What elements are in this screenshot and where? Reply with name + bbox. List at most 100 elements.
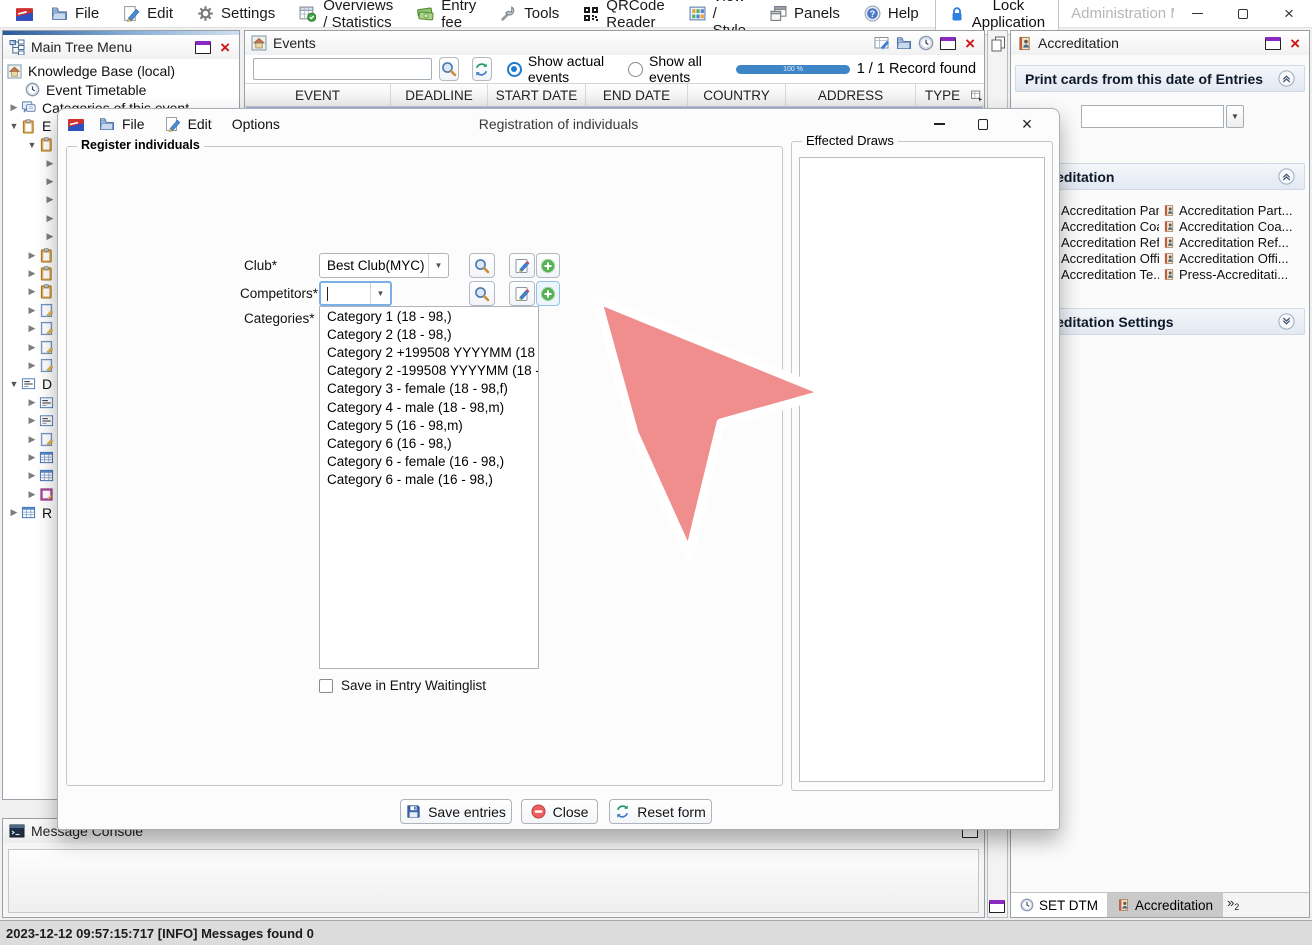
accreditation-item[interactable]: Accreditation Offi... xyxy=(1045,250,1159,266)
category-option[interactable]: Category 6 - female (16 - 98,) xyxy=(320,453,538,471)
category-option[interactable]: Category 6 (16 - 98,) xyxy=(320,434,538,452)
events-search-input[interactable] xyxy=(253,58,432,80)
expand-arrow-icon[interactable] xyxy=(25,305,39,316)
collapse-arrow-icon[interactable] xyxy=(25,140,39,150)
expand-arrow-icon[interactable] xyxy=(25,268,39,279)
reset-form-button[interactable]: Reset form xyxy=(609,799,712,824)
collapse-arrow-icon[interactable] xyxy=(7,121,21,131)
club-combobox[interactable]: Best Club(MYC) ▼ xyxy=(319,253,449,278)
accreditation-item[interactable]: Accreditation Part... xyxy=(1045,202,1159,218)
expand-arrow-icon[interactable] xyxy=(43,213,57,224)
competitors-search-button[interactable] xyxy=(469,281,495,306)
save-entries-button[interactable]: Save entries xyxy=(400,799,512,824)
search-button[interactable] xyxy=(439,57,459,81)
dialog-close-button[interactable]: × xyxy=(1005,110,1049,138)
expand-arrow-icon[interactable] xyxy=(25,397,39,408)
dialog-menu-options[interactable]: Options xyxy=(223,109,289,139)
category-option[interactable]: Category 6 - male (16 - 98,) xyxy=(320,471,538,489)
chevron-down-icon[interactable]: ▼ xyxy=(428,254,448,277)
menu-overviews-statistics[interactable]: Overviews / Statistics xyxy=(287,0,405,27)
menu-tools[interactable]: Tools xyxy=(488,0,571,27)
radio-show-all-events[interactable] xyxy=(628,62,643,77)
menu-entry-fee[interactable]: Entry fee xyxy=(405,0,488,27)
column-header-end-date[interactable]: END DATE xyxy=(586,84,688,106)
panel-close-icon[interactable]: × xyxy=(1287,37,1303,50)
column-header-country[interactable]: COUNTRY xyxy=(688,84,786,106)
menu-view-style[interactable]: View / Style xyxy=(677,0,758,27)
category-option[interactable]: Category 3 - female (18 - 98,f) xyxy=(320,380,538,398)
effected-draws-list[interactable] xyxy=(799,157,1045,782)
accreditation-item[interactable]: Accreditation Ref... xyxy=(1163,234,1305,250)
menu-edit[interactable]: Edit xyxy=(111,0,185,27)
dialog-maximize-button[interactable] xyxy=(961,110,1005,138)
expand-arrow-icon[interactable] xyxy=(25,286,39,297)
edit-table-icon[interactable] xyxy=(874,35,890,51)
window-maximize-button[interactable] xyxy=(1220,0,1266,27)
menu-help[interactable]: Help xyxy=(852,0,931,27)
expand-arrow-icon[interactable] xyxy=(25,415,39,426)
expand-chevron-icon[interactable] xyxy=(1278,313,1295,330)
waitinglist-checkbox[interactable] xyxy=(319,679,333,693)
categories-listbox[interactable]: Category 1 (18 - 98,) Category 2 (18 - 9… xyxy=(319,306,539,669)
dialog-menu-file[interactable]: File xyxy=(90,109,154,139)
menu-file[interactable]: File xyxy=(39,0,111,27)
column-header-start-date[interactable]: START DATE xyxy=(488,84,586,106)
column-header-event[interactable]: EVENT xyxy=(245,84,391,106)
console-output-area[interactable] xyxy=(8,849,979,913)
accreditation-item[interactable]: Accreditation Offi... xyxy=(1163,250,1305,266)
club-edit-button[interactable] xyxy=(509,253,535,278)
expand-arrow-icon[interactable] xyxy=(7,507,21,518)
panel-maximize-icon[interactable] xyxy=(195,41,211,54)
folder-icon[interactable] xyxy=(896,35,912,51)
category-option[interactable]: Category 2 (18 - 98,) xyxy=(320,325,538,343)
tab-set-dtm[interactable]: SET DTM xyxy=(1011,893,1108,917)
expand-arrow-icon[interactable] xyxy=(25,434,39,445)
expand-arrow-icon[interactable] xyxy=(25,360,39,371)
tree-item-event-timetable[interactable]: Event Timetable xyxy=(3,80,239,98)
competitors-combobox[interactable]: ▼ xyxy=(319,281,392,306)
tab-overflow-button[interactable]: »2 xyxy=(1223,893,1243,917)
category-option[interactable]: Category 1 (18 - 98,) xyxy=(320,307,538,325)
panel-maximize-icon[interactable] xyxy=(1265,37,1281,50)
accreditation-item[interactable]: Accreditation Ref... xyxy=(1045,234,1159,250)
category-option[interactable]: Category 4 - male (18 - 98,m) xyxy=(320,398,538,416)
competitors-add-button[interactable] xyxy=(536,281,560,306)
radio-show-actual-events[interactable] xyxy=(507,62,522,77)
accreditation-item[interactable]: Accreditation Part... xyxy=(1163,202,1305,218)
expand-arrow-icon[interactable] xyxy=(25,452,39,463)
accreditation-item[interactable]: Accreditation Coa... xyxy=(1163,218,1305,234)
column-header-deadline[interactable]: DEADLINE xyxy=(391,84,488,106)
dialog-minimize-button[interactable] xyxy=(917,110,961,138)
accreditation-item[interactable]: Press-Accreditati... xyxy=(1163,266,1305,282)
tab-accreditation[interactable]: Accreditation xyxy=(1108,893,1223,917)
expand-arrow-icon[interactable] xyxy=(43,194,57,205)
accreditation-item[interactable]: Accreditation Coa... xyxy=(1045,218,1159,234)
panel-restore-icon[interactable] xyxy=(989,900,1005,913)
collapse-chevron-icon[interactable] xyxy=(1278,70,1295,87)
expand-arrow-icon[interactable] xyxy=(25,250,39,261)
panel-maximize-icon[interactable] xyxy=(940,37,956,50)
expand-arrow-icon[interactable] xyxy=(25,470,39,481)
menu-settings[interactable]: Settings xyxy=(185,0,287,27)
expand-arrow-icon[interactable] xyxy=(43,176,57,187)
panel-close-icon[interactable]: × xyxy=(217,41,233,54)
club-add-button[interactable] xyxy=(536,253,560,278)
column-header-address[interactable]: ADDRESS xyxy=(786,84,916,106)
dialog-menu-edit[interactable]: Edit xyxy=(156,109,221,139)
tree-item-knowledge-base[interactable]: Knowledge Base (local) xyxy=(3,62,239,80)
clock-icon[interactable] xyxy=(918,35,934,51)
category-option[interactable]: Category 5 (16 - 98,m) xyxy=(320,416,538,434)
collapse-chevron-icon[interactable] xyxy=(1278,168,1295,185)
expand-arrow-icon[interactable] xyxy=(7,102,21,113)
accreditation-item[interactable]: Accreditation Te... xyxy=(1045,266,1159,282)
category-option[interactable]: Category 2 +199508 YYYYMM (18 - 98,) xyxy=(320,343,538,361)
chevron-down-icon[interactable]: ▼ xyxy=(370,283,390,304)
collapse-arrow-icon[interactable] xyxy=(7,379,21,389)
menu-qrcode-reader[interactable]: QRCode Reader xyxy=(571,0,676,27)
column-header-type[interactable]: TYPE xyxy=(916,84,969,106)
refresh-button[interactable] xyxy=(472,57,492,81)
menu-panels[interactable]: Panels xyxy=(758,0,852,27)
club-search-button[interactable] xyxy=(469,253,495,278)
entries-date-input[interactable] xyxy=(1081,105,1224,128)
print-cards-section-header[interactable]: Print cards from this date of Entries xyxy=(1015,65,1305,92)
